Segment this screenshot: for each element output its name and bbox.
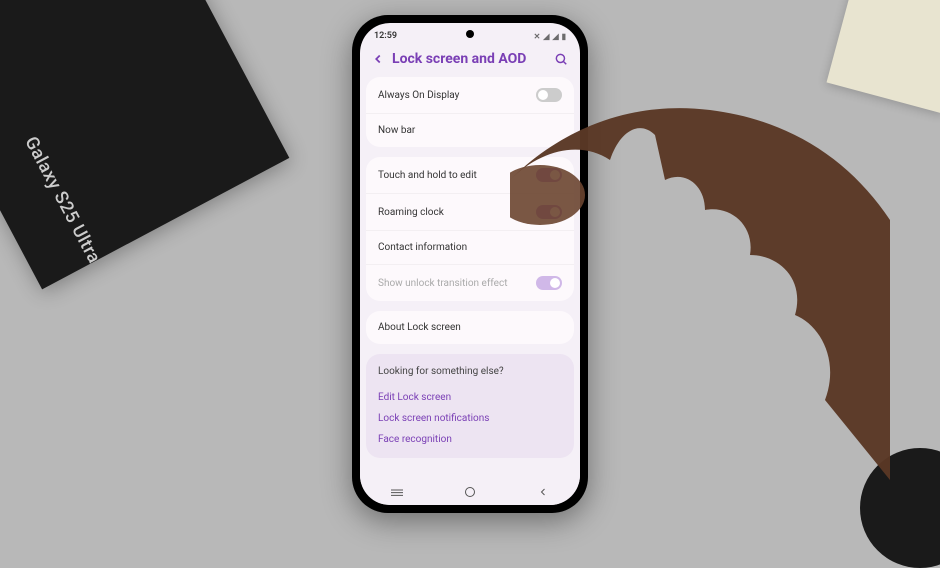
nav-home[interactable] [450, 485, 490, 499]
page-title: Lock screen and AOD [392, 51, 548, 67]
box-label: Galaxy S25 Ultra [20, 133, 105, 267]
row-now-bar[interactable]: Now bar [366, 114, 574, 147]
corner-prop-2 [860, 448, 940, 568]
toggle-unlock-effect [536, 276, 562, 290]
search-button[interactable] [554, 51, 570, 67]
link-edit-lock-screen[interactable]: Edit Lock screen [378, 387, 562, 408]
battery-icon: ▮ [562, 32, 566, 41]
page-header: Lock screen and AOD [360, 45, 580, 77]
status-time: 12:59 [374, 31, 397, 41]
signal-icon: ◢ [552, 32, 558, 41]
section-about: About Lock screen [366, 311, 574, 344]
row-label: Always On Display [378, 90, 536, 101]
wifi-icon: ◢ [543, 32, 549, 41]
link-face-recognition[interactable]: Face recognition [378, 429, 562, 450]
link-lock-notifications[interactable]: Lock screen notifications [378, 408, 562, 429]
row-roaming-clock[interactable]: Roaming clock [366, 194, 574, 231]
toggle-touch-hold[interactable] [536, 168, 562, 182]
nav-back[interactable] [523, 485, 563, 499]
toggle-always-on-display[interactable] [536, 88, 562, 102]
row-label: Roaming clock [378, 207, 536, 218]
back-button[interactable] [370, 51, 386, 67]
section-related: Looking for something else? Edit Lock sc… [366, 354, 574, 458]
row-touch-hold[interactable]: Touch and hold to edit [366, 157, 574, 194]
status-icons: ✕ ◢ ◢ ▮ [534, 32, 566, 41]
toggle-roaming-clock[interactable] [536, 205, 562, 219]
row-label: About Lock screen [378, 322, 562, 333]
nav-recents[interactable] [377, 485, 417, 499]
row-always-on-display[interactable]: Always On Display [366, 77, 574, 114]
row-label: Touch and hold to edit [378, 170, 536, 181]
nav-bar [360, 479, 580, 505]
related-heading: Looking for something else? [378, 366, 562, 377]
section-display: Always On Display Now bar [366, 77, 574, 147]
row-contact-info[interactable]: Contact information [366, 231, 574, 265]
mute-icon: ✕ [534, 32, 541, 41]
phone-frame: 12:59 ✕ ◢ ◢ ▮ Lock screen and AOD Always [352, 15, 588, 513]
row-label: Now bar [378, 125, 562, 136]
product-box: Galaxy S25 Ultra [0, 0, 289, 289]
row-unlock-effect: Show unlock transition effect [366, 265, 574, 301]
row-label: Contact information [378, 242, 562, 253]
section-edit: Touch and hold to edit Roaming clock Con… [366, 157, 574, 301]
settings-content: Always On Display Now bar Touch and hold… [360, 77, 580, 479]
corner-prop [827, 0, 940, 113]
camera-hole [466, 30, 474, 38]
row-about-lock-screen[interactable]: About Lock screen [366, 311, 574, 344]
phone-screen: 12:59 ✕ ◢ ◢ ▮ Lock screen and AOD Always [360, 23, 580, 505]
row-label: Show unlock transition effect [378, 278, 536, 289]
